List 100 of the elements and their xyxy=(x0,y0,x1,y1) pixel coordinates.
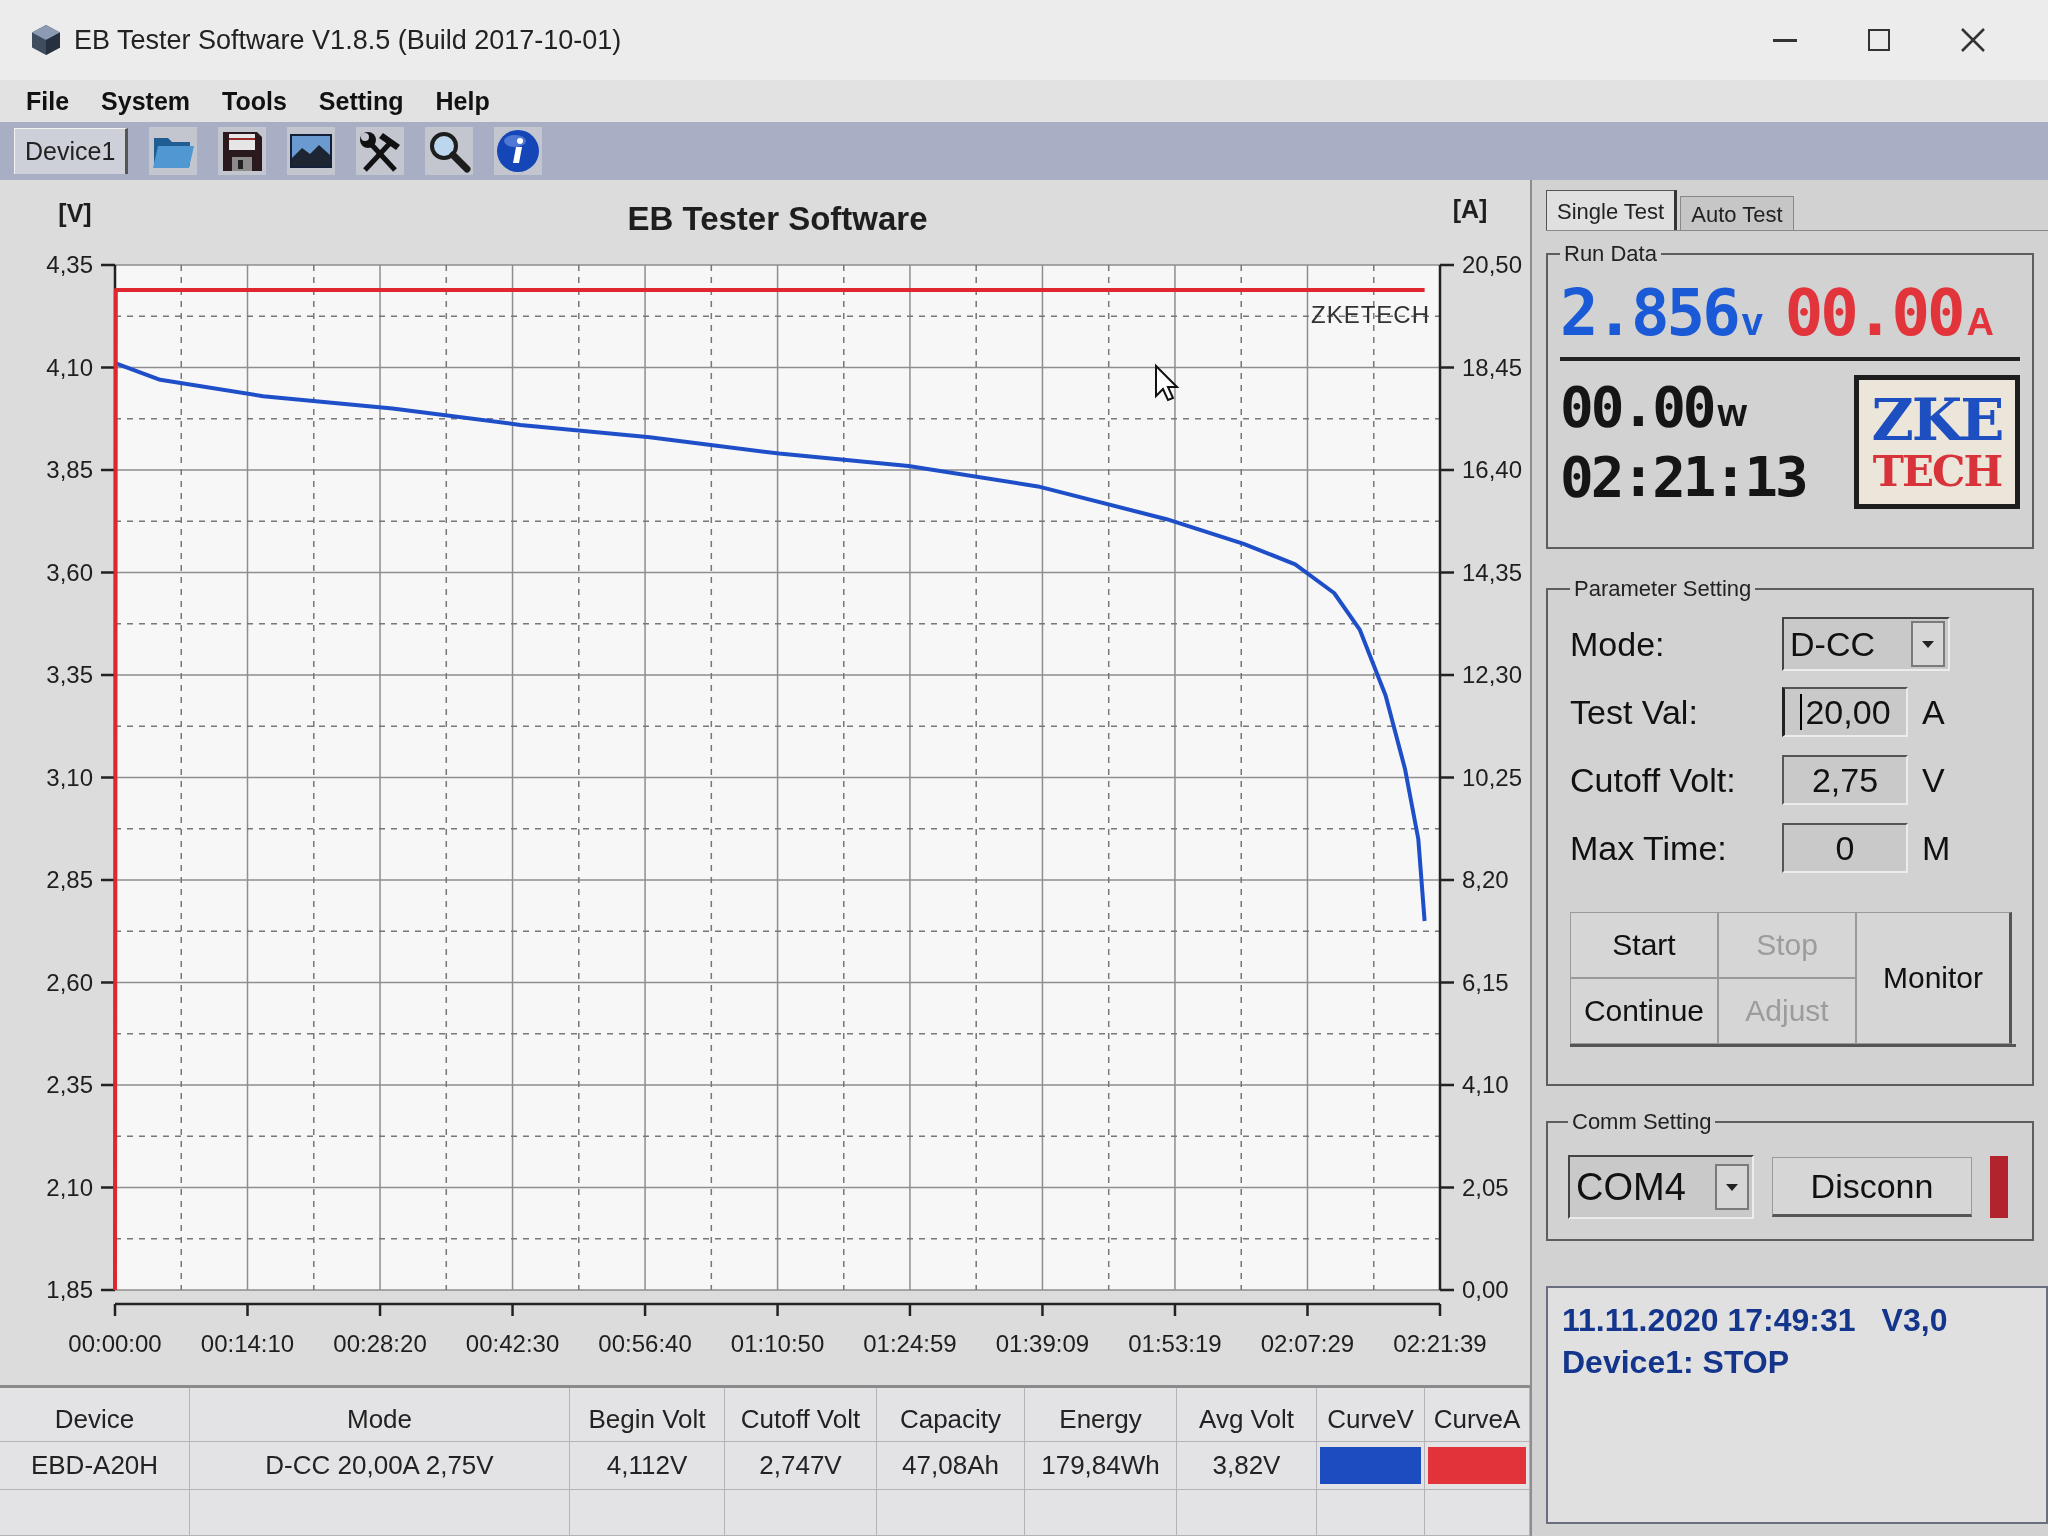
disconnect-button[interactable]: Disconn xyxy=(1772,1157,1972,1217)
axis-tick-label: 3,85 xyxy=(46,456,93,483)
axis-tick-label: 2,35 xyxy=(46,1071,93,1098)
axis-tick-label: 00:42:30 xyxy=(465,1330,560,1357)
group-title: Run Data xyxy=(1563,241,1658,267)
unit-label: A xyxy=(1921,692,1946,732)
axis-tick-label: 2,10 xyxy=(46,1173,93,1201)
menu-item[interactable]: System xyxy=(99,84,193,118)
input-field[interactable]: 20,00 xyxy=(1782,687,1908,737)
axis-tick-label: 3,60 xyxy=(46,558,93,586)
column-header: Energy xyxy=(1025,1388,1177,1442)
logo-text: ZKE xyxy=(1871,391,2003,449)
unit-label: w xyxy=(1717,394,1748,432)
window-title: EB Tester Software V1.8.5 (Build 2017-10-01) xyxy=(74,24,622,56)
voltage-readout: 2.856 xyxy=(1560,281,1738,345)
field-label: Max Time: xyxy=(1570,828,1728,868)
axis-tick-label: 12,30 xyxy=(1462,661,1523,688)
mode-dropdown[interactable]: D-CC xyxy=(1782,617,1950,671)
column-header: Mode xyxy=(190,1388,570,1442)
folder-icon[interactable] xyxy=(149,127,198,175)
power-readout: 00.00 xyxy=(1560,379,1714,435)
unit-label: v xyxy=(1741,303,1763,341)
logo-text: TECH xyxy=(1872,451,2002,493)
table-cell: 3,82V xyxy=(1177,1442,1317,1490)
tab[interactable]: Auto Test xyxy=(1680,196,1794,230)
chart-annotation: ZKETECH xyxy=(1311,301,1430,328)
cube-icon xyxy=(30,24,62,56)
input-field[interactable]: 0 xyxy=(1782,823,1908,873)
menu-item[interactable]: File xyxy=(24,84,72,118)
command-button[interactable]: Continue xyxy=(1570,978,1718,1044)
axis-tick-label: 4,10 xyxy=(46,353,93,381)
unit-label: V xyxy=(1921,760,1946,800)
axis-tick-label: 01:10:50 xyxy=(730,1330,825,1357)
column-header: Begin Volt xyxy=(570,1388,725,1442)
axis-tick-label: 6,15 xyxy=(1462,968,1509,996)
table-cell: 47,08Ah xyxy=(877,1442,1025,1490)
device-tab[interactable]: Device1 xyxy=(14,128,129,174)
column-header: Cutoff Volt xyxy=(725,1388,877,1442)
status-text: V3,0 xyxy=(1881,1301,1948,1340)
axis-tick-label: 00:56:40 xyxy=(598,1330,692,1357)
field-label: Mode: xyxy=(1570,624,1666,664)
axis-tick-label: 2,85 xyxy=(46,866,93,893)
axis-tick-label: 02:07:29 xyxy=(1260,1330,1355,1357)
elapsed-time-readout: 02:21:13 xyxy=(1560,449,1806,505)
command-button[interactable]: Start xyxy=(1570,912,1718,978)
table-cell: 4,112V xyxy=(570,1442,725,1490)
axis-title: [V] xyxy=(58,199,92,227)
info-icon[interactable] xyxy=(494,127,543,175)
axis-tick-label: 2,05 xyxy=(1462,1173,1509,1201)
table-cell: 2,747V xyxy=(725,1442,877,1490)
column-header: Avg Volt xyxy=(1177,1388,1317,1442)
status-text: Device1: STOP xyxy=(1562,1342,1790,1382)
unit-label: A xyxy=(1966,303,1994,341)
axis-tick-label: 2,60 xyxy=(46,968,93,996)
axis-tick-label: 0,00 xyxy=(1462,1276,1509,1303)
field-label: Test Val: xyxy=(1570,692,1699,732)
landscape-picture-icon[interactable] xyxy=(287,127,336,175)
axis-tick-label: 3,35 xyxy=(46,661,93,688)
axis-tick-label: 1,85 xyxy=(46,1276,93,1303)
status-text: 11.11.2020 17:49:31 xyxy=(1562,1301,1856,1340)
table-cell: EBD-A20H xyxy=(0,1442,190,1490)
column-header: Capacity xyxy=(877,1388,1025,1442)
tools-icon[interactable] xyxy=(356,127,405,175)
axis-tick-label: 00:14:10 xyxy=(200,1330,295,1357)
maximize-icon[interactable] xyxy=(1868,29,1890,51)
axis-tick-label: 01:39:09 xyxy=(995,1330,1090,1357)
port-dropdown[interactable]: COM4 xyxy=(1568,1155,1754,1219)
axis-tick-label: 3,10 xyxy=(46,763,93,791)
axis-tick-label: 01:24:59 xyxy=(863,1330,957,1357)
close-icon[interactable] xyxy=(1961,28,1985,52)
mouse-pointer-icon xyxy=(1155,363,1180,402)
axis-tick-label: 00:28:20 xyxy=(333,1330,427,1357)
axis-tick-label: 4,10 xyxy=(1462,1071,1509,1098)
axis-tick-label: 16,40 xyxy=(1462,456,1523,483)
field-label: Cutoff Volt: xyxy=(1570,760,1737,800)
menu-item[interactable]: Setting xyxy=(316,84,406,118)
column-header: CurveV xyxy=(1317,1388,1425,1442)
axis-tick-label: 02:21:39 xyxy=(1393,1330,1487,1357)
axis-tick-label: 18,45 xyxy=(1462,353,1523,381)
menu-item[interactable]: Tools xyxy=(220,84,289,118)
chart-title: EB Tester Software xyxy=(627,200,928,237)
tab[interactable]: Single Test xyxy=(1546,190,1678,230)
unit-label: M xyxy=(1921,828,1952,868)
column-header: Device xyxy=(0,1388,190,1442)
table-cell: 179,84Wh xyxy=(1025,1442,1177,1490)
axis-tick-label: 20,50 xyxy=(1462,251,1523,278)
axis-tick-label: 10,25 xyxy=(1462,763,1523,791)
minimize-icon[interactable] xyxy=(1773,38,1797,42)
axis-tick-label: 01:53:19 xyxy=(1128,1330,1222,1357)
command-button[interactable]: Monitor xyxy=(1856,912,2012,1044)
axis-tick-label: 8,20 xyxy=(1462,866,1509,893)
input-field[interactable]: 2,75 xyxy=(1782,755,1908,805)
axis-tick-label: 00:00:00 xyxy=(68,1330,162,1357)
search-icon[interactable] xyxy=(425,127,474,175)
axis-tick-label: 4,35 xyxy=(46,251,93,278)
menu-item[interactable]: Help xyxy=(433,84,492,118)
axis-title: [A] xyxy=(1452,195,1488,223)
axis-tick-label: 14,35 xyxy=(1462,558,1523,586)
group-title: Comm Setting xyxy=(1571,1109,1713,1135)
current-readout: 00.00 xyxy=(1784,281,1963,345)
